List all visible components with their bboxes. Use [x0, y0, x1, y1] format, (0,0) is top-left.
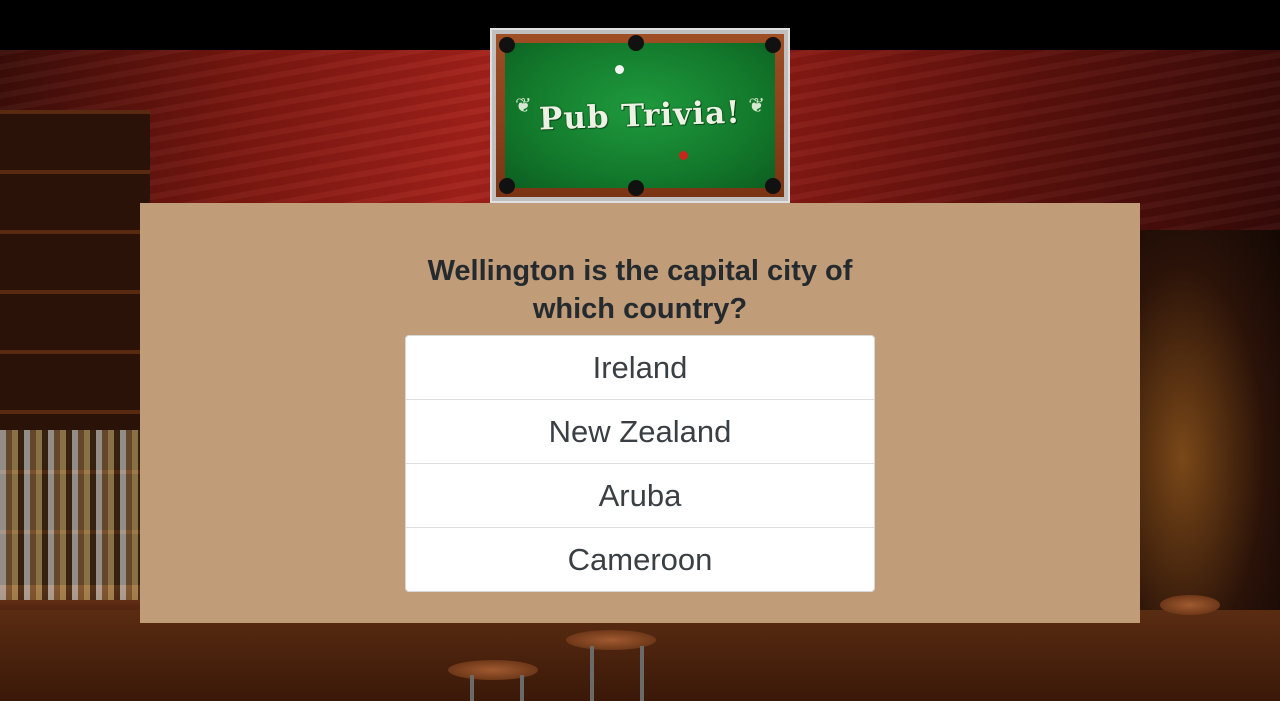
flourish-left-icon: ❦: [515, 95, 532, 117]
red-ball-icon: [679, 151, 688, 160]
answer-option[interactable]: Aruba: [406, 464, 874, 528]
question-text: Wellington is the capital city of which …: [427, 255, 853, 325]
pocket-icon: [628, 180, 644, 196]
flourish-right-icon: ❦: [748, 95, 765, 117]
pool-table-rail: ❦ ❦ Pub Trivia!: [496, 34, 784, 197]
cue-ball-icon: [615, 65, 624, 74]
answer-option[interactable]: New Zealand: [406, 400, 874, 464]
logo-title: Pub Trivia!: [538, 93, 742, 138]
answer-option[interactable]: Cameroon: [406, 528, 874, 591]
pool-table-felt: ❦ ❦ Pub Trivia!: [499, 35, 781, 196]
pub-trivia-logo[interactable]: ❦ ❦ Pub Trivia!: [490, 28, 790, 203]
answer-list: Ireland New Zealand Aruba Cameroon: [405, 335, 875, 592]
pocket-icon: [499, 37, 515, 53]
pocket-icon: [765, 178, 781, 194]
pocket-icon: [765, 37, 781, 53]
answer-option[interactable]: Ireland: [406, 336, 874, 400]
pocket-icon: [499, 178, 515, 194]
pocket-icon: [628, 35, 644, 51]
